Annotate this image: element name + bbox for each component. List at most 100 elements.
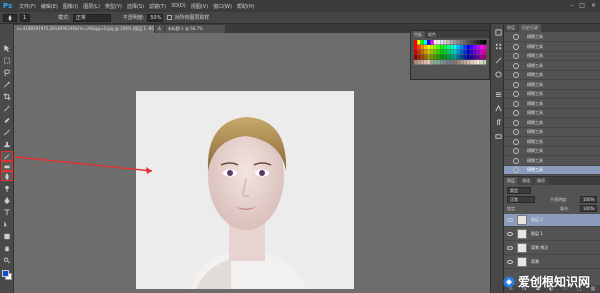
- color-swatch[interactable]: [433, 55, 437, 60]
- color-swatch[interactable]: [460, 55, 464, 60]
- history-item[interactable]: 模糊工具: [504, 119, 600, 128]
- color-swatch[interactable]: [480, 55, 483, 60]
- color-swatch[interactable]: [427, 45, 431, 50]
- color-swatch[interactable]: [476, 45, 480, 50]
- fill-field[interactable]: 100%: [580, 205, 597, 212]
- brush-tool[interactable]: [2, 128, 12, 136]
- color-swatch[interactable]: [480, 40, 483, 45]
- color-swatch[interactable]: [450, 45, 454, 50]
- color-swatch[interactable]: [447, 55, 450, 60]
- color-swatch[interactable]: [420, 40, 424, 45]
- dodge-tool[interactable]: [2, 184, 12, 192]
- history-item[interactable]: 模糊工具: [504, 157, 600, 166]
- color-swatch[interactable]: [470, 45, 474, 50]
- tool-presets-icon[interactable]: [494, 132, 502, 140]
- color-swatch[interactable]: [460, 40, 464, 45]
- color-swatch[interactable]: [430, 55, 434, 60]
- color-swatch[interactable]: [450, 50, 454, 55]
- color-swatch[interactable]: [473, 60, 477, 65]
- color-swatch[interactable]: [420, 50, 424, 55]
- color-swatch[interactable]: [427, 40, 431, 45]
- color-swatch[interactable]: [423, 55, 427, 60]
- color-swatch[interactable]: [433, 45, 437, 50]
- eye-visibility-icon[interactable]: [507, 232, 513, 236]
- color-swatch[interactable]: [480, 45, 483, 50]
- layer-opacity-field[interactable]: 100%: [580, 196, 597, 203]
- menu-3d[interactable]: 3D(D): [171, 3, 186, 9]
- color-swatch[interactable]: [466, 45, 470, 50]
- color-swatch[interactable]: [453, 60, 457, 65]
- history-item[interactable]: 模糊工具: [504, 166, 600, 175]
- color-swatch[interactable]: [417, 60, 421, 65]
- document-tab[interactable]: 未标题-1 @ 66.7%: [164, 25, 225, 33]
- color-swatch[interactable]: [463, 40, 467, 45]
- color-swatch[interactable]: [417, 50, 421, 55]
- color-swatch[interactable]: [480, 50, 483, 55]
- color-swatch[interactable]: [420, 60, 424, 65]
- color-swatch[interactable]: [447, 45, 450, 50]
- color-swatch[interactable]: [417, 55, 421, 60]
- color-swatch[interactable]: [433, 40, 437, 45]
- move-tool[interactable]: [2, 44, 12, 52]
- color-swatch[interactable]: [453, 45, 457, 50]
- color-swatch[interactable]: [483, 45, 487, 50]
- menu-select[interactable]: 选择(S): [127, 3, 144, 10]
- tab-paths[interactable]: 路径: [534, 177, 548, 185]
- color-swatch[interactable]: [447, 50, 450, 55]
- history-item[interactable]: 模糊工具: [504, 109, 600, 118]
- history-item[interactable]: 模糊工具: [504, 33, 600, 42]
- color-swatch[interactable]: [476, 50, 480, 55]
- color-swatch[interactable]: [414, 60, 417, 65]
- tab-color[interactable]: 颜色: [425, 31, 439, 38]
- menu-edit[interactable]: 编辑(E): [41, 3, 58, 10]
- color-swatch[interactable]: [427, 55, 431, 60]
- foreground-color-swatch[interactable]: [2, 270, 9, 277]
- history-brush-tool[interactable]: [1, 151, 13, 161]
- menu-help[interactable]: 帮助(H): [237, 3, 255, 10]
- blur-tool[interactable]: [1, 171, 13, 181]
- menu-view[interactable]: 视图(V): [191, 3, 208, 10]
- shape-tool[interactable]: [2, 232, 12, 240]
- color-swatch[interactable]: [470, 60, 474, 65]
- color-swatch[interactable]: [430, 45, 434, 50]
- tab-layers-top[interactable]: 图层: [504, 24, 518, 32]
- history-item[interactable]: 模糊工具: [504, 62, 600, 71]
- color-swatch[interactable]: [437, 45, 441, 50]
- history-item[interactable]: 模糊工具: [504, 138, 600, 147]
- color-swatch[interactable]: [427, 60, 431, 65]
- color-swatch[interactable]: [430, 40, 434, 45]
- menu-image[interactable]: 图像(I): [63, 3, 78, 10]
- color-swatch[interactable]: [466, 40, 470, 45]
- mode-select[interactable]: 正常: [72, 13, 111, 22]
- brush-panel-icon[interactable]: [494, 56, 502, 64]
- color-swatch[interactable]: [443, 55, 447, 60]
- color-swatch[interactable]: [423, 40, 427, 45]
- color-swatch[interactable]: [443, 50, 447, 55]
- blend-mode-select[interactable]: 正常: [507, 196, 535, 203]
- history-panel-icon[interactable]: [494, 28, 502, 36]
- color-swatch[interactable]: [456, 60, 460, 65]
- color-swatch[interactable]: [420, 55, 424, 60]
- eye-visibility-icon[interactable]: [507, 218, 513, 222]
- color-swatch[interactable]: [423, 50, 427, 55]
- color-swatch[interactable]: [466, 50, 470, 55]
- color-swatch[interactable]: [456, 55, 460, 60]
- tab-layers[interactable]: 图层: [504, 177, 518, 185]
- history-item[interactable]: 模糊工具: [504, 128, 600, 137]
- color-swatch[interactable]: [450, 40, 454, 45]
- history-item[interactable]: 模糊工具: [504, 100, 600, 109]
- color-swatch[interactable]: [440, 45, 444, 50]
- adjustments-panel-icon[interactable]: [494, 70, 502, 78]
- color-swatch[interactable]: [437, 50, 441, 55]
- color-swatch[interactable]: [433, 50, 437, 55]
- document-tab-active[interactable]: u=4188591975,3914995246&fm=26&gp=0.jpg @…: [14, 25, 154, 33]
- color-swatch[interactable]: [460, 50, 464, 55]
- color-swatch[interactable]: [414, 50, 417, 55]
- color-swatch[interactable]: [450, 60, 454, 65]
- color-swatch[interactable]: [437, 60, 441, 65]
- color-swatch[interactable]: [440, 55, 444, 60]
- color-swatch[interactable]: [430, 60, 434, 65]
- color-swatch[interactable]: [460, 45, 464, 50]
- character-panel-icon[interactable]: [494, 104, 502, 112]
- color-swatch[interactable]: [473, 40, 477, 45]
